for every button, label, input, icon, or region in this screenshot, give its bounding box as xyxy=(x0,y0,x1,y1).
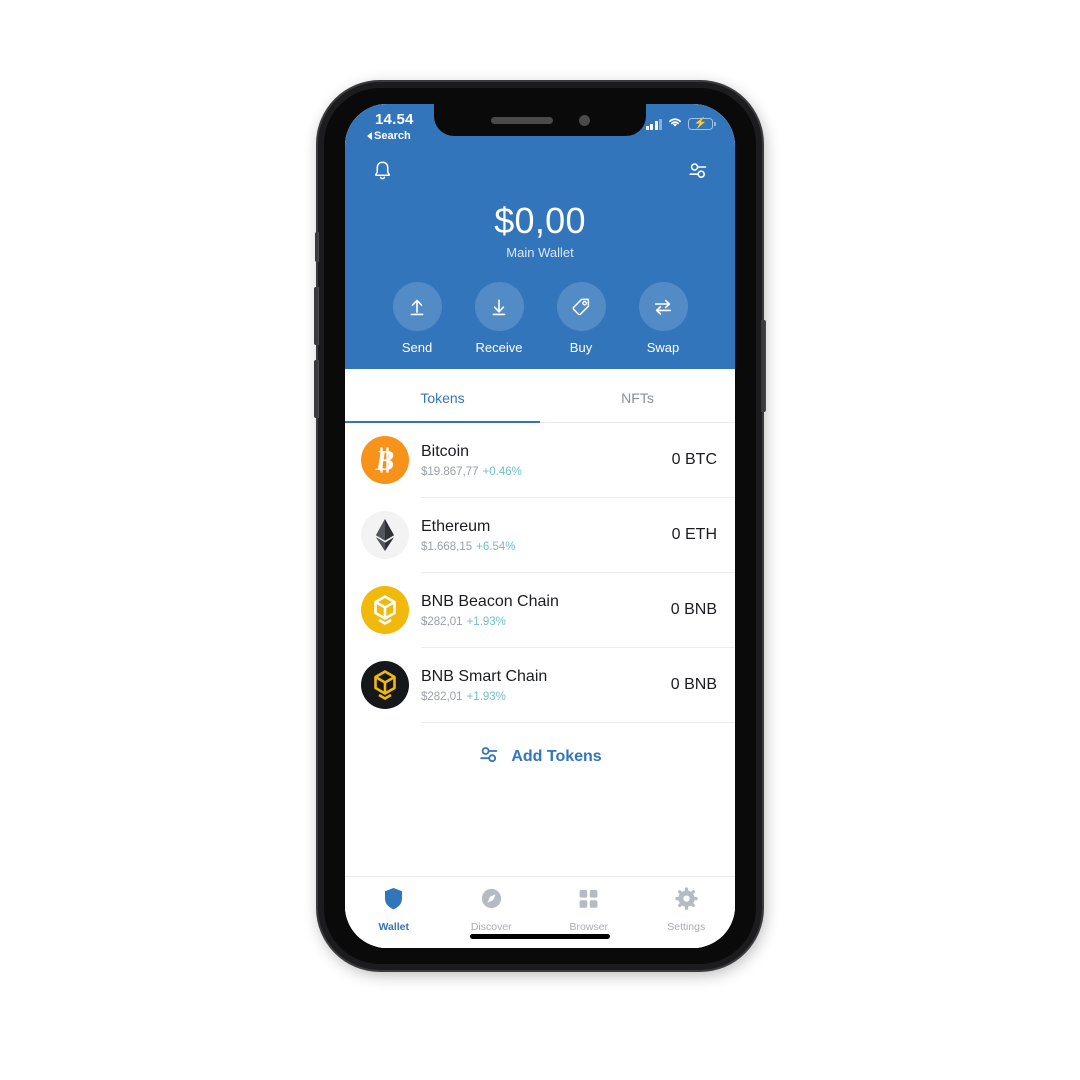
token-change: +1.93% xyxy=(466,615,506,628)
token-balance: 0 ETH xyxy=(671,526,717,543)
balance-block: $0,00 Main Wallet xyxy=(345,190,735,260)
token-balance: 0 BNB xyxy=(670,601,717,618)
token-name: BNB Smart Chain xyxy=(421,667,548,685)
phone-notch xyxy=(434,104,646,136)
home-indicator[interactable] xyxy=(470,934,610,939)
bnb-smart-icon xyxy=(361,661,409,709)
bitcoin-icon: B xyxy=(361,436,409,484)
tag-icon xyxy=(556,282,606,331)
token-name: Bitcoin xyxy=(421,442,470,460)
bnb-beacon-icon xyxy=(361,586,409,634)
shield-icon xyxy=(382,886,405,916)
status-bar-back-link[interactable]: Search xyxy=(367,129,411,143)
wifi-icon xyxy=(667,115,683,133)
table-row[interactable]: BNB Smart Chain $282,01 +1.93% 0 BNB xyxy=(345,648,735,722)
power-button[interactable] xyxy=(761,320,766,412)
wallet-header: 14.54 Search ⚡ $0,00 Main Wallet Send Re… xyxy=(345,104,735,369)
status-bar-left: 14.54 Search xyxy=(367,111,414,143)
token-sub: $282,01 +1.93% xyxy=(421,615,663,629)
token-info: Ethereum $1.668,15 +6.54% xyxy=(409,517,664,554)
swap-label: Swap xyxy=(646,340,680,355)
earpiece-speaker-icon xyxy=(490,116,553,124)
silent-switch-button[interactable] xyxy=(315,232,319,262)
battery-charging-icon: ⚡ xyxy=(688,118,716,130)
screenshot-canvas: 14.54 Search ⚡ $0,00 Main Wallet Send Re… xyxy=(0,0,1080,1080)
nav-item-wallet[interactable]: Wallet xyxy=(345,886,443,933)
tab-nfts-label: NFTs xyxy=(621,389,654,406)
tab-nfts[interactable]: NFTs xyxy=(540,373,735,422)
phone-device: 14.54 Search ⚡ $0,00 Main Wallet Send Re… xyxy=(314,82,766,970)
volume-up-button[interactable] xyxy=(314,287,319,345)
bell-icon[interactable] xyxy=(367,155,397,185)
svg-text:B: B xyxy=(375,446,395,477)
swap-arrows-icon xyxy=(638,282,688,331)
tab-bar: Tokens NFTs xyxy=(345,373,735,423)
status-bar-right: ⚡ xyxy=(645,111,716,133)
tab-tokens[interactable]: Tokens xyxy=(345,373,540,423)
add-tokens-button[interactable]: Add Tokens xyxy=(345,723,735,769)
arrow-down-icon xyxy=(474,282,524,331)
volume-down-button[interactable] xyxy=(314,360,319,418)
receive-label: Receive xyxy=(475,340,523,355)
token-info: BNB Smart Chain $282,01 +1.93% xyxy=(409,667,663,704)
table-row[interactable]: Ethereum $1.668,15 +6.54% 0 ETH xyxy=(345,498,735,572)
token-balance: 0 BNB xyxy=(670,676,717,693)
nav-label-browser: Browser xyxy=(569,921,608,933)
table-row[interactable]: B Bitcoin $19.867,77 +0.46% 0 BTC xyxy=(345,423,735,497)
add-tokens-label: Add Tokens xyxy=(511,748,602,765)
wallet-app: 14.54 Search ⚡ $0,00 Main Wallet Send Re… xyxy=(345,104,735,948)
nav-label-settings: Settings xyxy=(667,921,706,933)
cellular-bars-icon xyxy=(645,118,662,130)
swap-button[interactable]: Swap xyxy=(635,282,691,355)
buy-label: Buy xyxy=(569,340,593,355)
token-sub: $1.668,15 +6.54% xyxy=(421,540,664,554)
nav-label-wallet: Wallet xyxy=(378,921,410,933)
receive-button[interactable]: Receive xyxy=(471,282,527,355)
total-balance: $0,00 xyxy=(494,200,586,241)
token-price: $19.867,77 xyxy=(421,465,479,478)
token-change: +1.93% xyxy=(466,690,506,703)
quick-actions: Send Receive Buy Swap xyxy=(345,260,735,355)
token-change: +0.46% xyxy=(482,465,522,478)
token-name: Ethereum xyxy=(421,517,491,535)
token-sub: $282,01 +1.93% xyxy=(421,690,663,704)
compass-icon xyxy=(480,886,503,916)
nav-item-browser[interactable]: Browser xyxy=(540,886,638,933)
wallet-name[interactable]: Main Wallet xyxy=(345,245,735,260)
status-bar-back-label: Search xyxy=(374,130,411,142)
token-name: BNB Beacon Chain xyxy=(421,592,559,610)
sliders-icon xyxy=(478,745,500,769)
ethereum-icon xyxy=(361,511,409,559)
content-panel: Tokens NFTs B Bitcoin $19.867,77 +0.46% … xyxy=(345,373,735,948)
nav-item-settings[interactable]: Settings xyxy=(638,886,736,933)
buy-button[interactable]: Buy xyxy=(553,282,609,355)
tab-tokens-label: Tokens xyxy=(420,389,465,406)
token-balance: 0 BTC xyxy=(671,451,717,468)
token-price: $282,01 xyxy=(421,615,463,628)
status-bar-time: 14.54 xyxy=(375,111,414,128)
header-nav-row xyxy=(345,150,735,190)
token-sub: $19.867,77 +0.46% xyxy=(421,465,664,479)
arrow-up-icon xyxy=(392,282,442,331)
token-info: Bitcoin $19.867,77 +0.46% xyxy=(409,442,664,479)
back-triangle-icon xyxy=(367,132,372,140)
send-label: Send xyxy=(401,340,433,355)
token-price: $1.668,15 xyxy=(421,540,473,553)
token-change: +6.54% xyxy=(476,540,516,553)
token-price: $282,01 xyxy=(421,690,463,703)
grid-icon xyxy=(577,886,600,916)
gear-icon xyxy=(675,886,698,916)
nav-item-discover[interactable]: Discover xyxy=(443,886,541,933)
sliders-icon[interactable] xyxy=(683,155,713,185)
nav-label-discover: Discover xyxy=(470,921,512,933)
phone-screen: 14.54 Search ⚡ $0,00 Main Wallet Send Re… xyxy=(345,104,735,948)
table-row[interactable]: BNB Beacon Chain $282,01 +1.93% 0 BNB xyxy=(345,573,735,647)
front-camera-icon xyxy=(578,114,590,126)
send-button[interactable]: Send xyxy=(389,282,445,355)
token-info: BNB Beacon Chain $282,01 +1.93% xyxy=(409,592,663,629)
token-list: B Bitcoin $19.867,77 +0.46% 0 BTC Ethere… xyxy=(345,423,735,876)
